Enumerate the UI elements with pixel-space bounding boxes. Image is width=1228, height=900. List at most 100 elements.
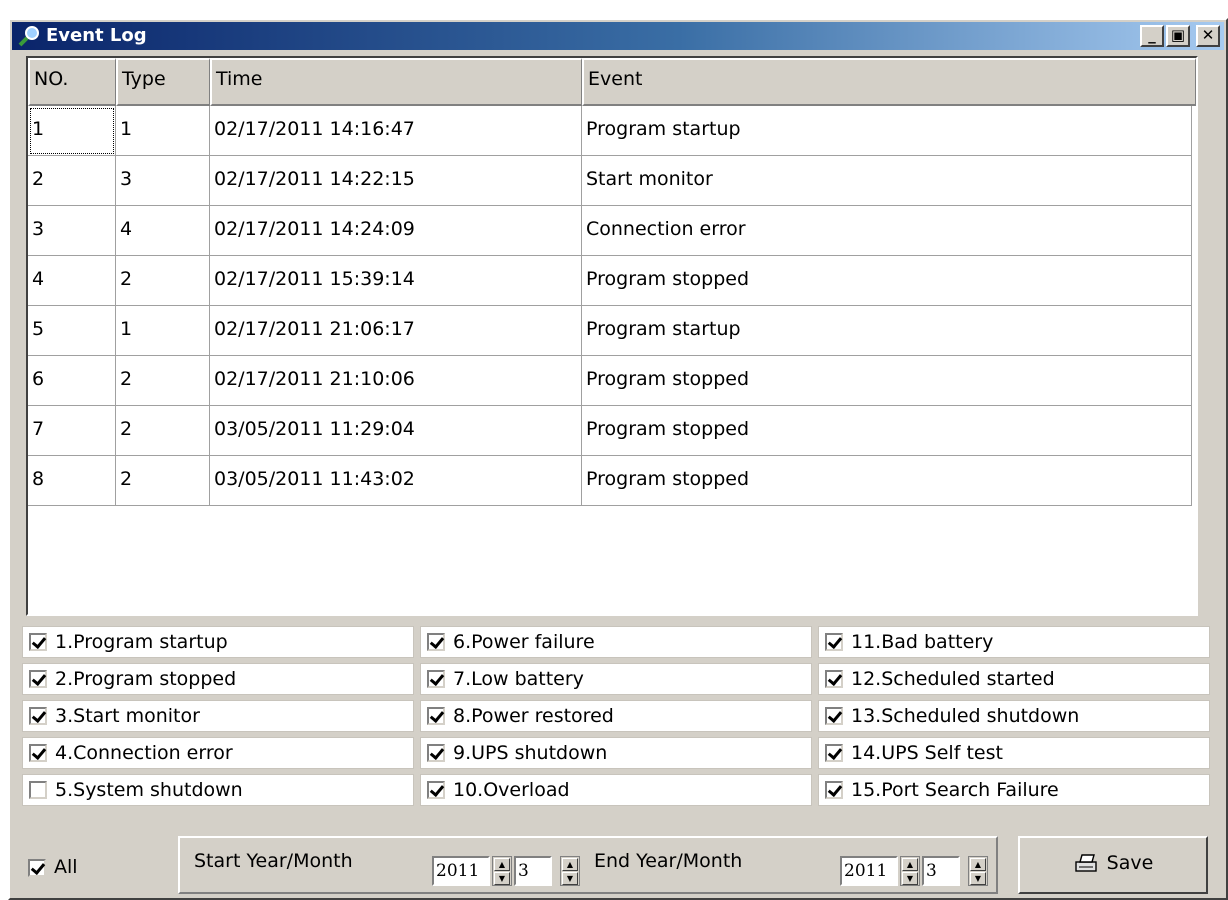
minimize-button[interactable]: _ — [1140, 25, 1164, 47]
filter-low-battery[interactable]: 7.Low battery — [420, 663, 812, 695]
cell-time[interactable]: 02/17/2011 15:39:14 — [210, 256, 582, 306]
column-header-event[interactable]: Event — [582, 58, 1196, 106]
checkbox[interactable] — [427, 707, 445, 725]
cell-no[interactable]: 6 — [28, 356, 116, 406]
checkbox[interactable] — [29, 633, 47, 651]
cell-type[interactable]: 1 — [116, 106, 210, 156]
cell-time[interactable]: 03/05/2011 11:43:02 — [210, 456, 582, 506]
checkbox[interactable] — [825, 633, 843, 651]
checkbox[interactable] — [29, 744, 47, 762]
cell-type[interactable]: 1 — [116, 306, 210, 356]
table-row[interactable]: 5 1 02/17/2011 21:06:17 Program startup — [28, 306, 1192, 356]
filter-power-failure[interactable]: 6.Power failure — [420, 626, 812, 658]
checkbox[interactable] — [825, 707, 843, 725]
checkbox[interactable] — [427, 670, 445, 688]
cell-type[interactable]: 2 — [116, 256, 210, 306]
filter-port-search-failure[interactable]: 15.Port Search Failure — [818, 774, 1210, 806]
cell-event[interactable]: Connection error — [582, 206, 1192, 256]
end-year-field[interactable]: 2011 — [840, 856, 898, 886]
cell-event[interactable]: Program startup — [582, 306, 1192, 356]
cell-type[interactable]: 3 — [116, 156, 210, 206]
table-row[interactable]: 1 1 02/17/2011 14:16:47 Program startup — [28, 106, 1192, 156]
all-toggle[interactable]: All — [26, 856, 78, 878]
cell-no[interactable]: 7 — [28, 406, 116, 456]
cell-event[interactable]: Start monitor — [582, 156, 1192, 206]
table-row[interactable]: 4 2 02/17/2011 15:39:14 Program stopped — [28, 256, 1192, 306]
filter-program-startup[interactable]: 1.Program startup — [22, 626, 414, 658]
table-row[interactable]: 7 2 03/05/2011 11:29:04 Program stopped — [28, 406, 1192, 456]
end-year-month-label: End Year/Month — [594, 850, 743, 872]
start-month-spinner[interactable]: ▲ ▼ — [560, 856, 580, 886]
cell-event[interactable]: Program stopped — [582, 256, 1192, 306]
cell-no[interactable]: 1 — [28, 106, 116, 156]
cell-type[interactable]: 4 — [116, 206, 210, 256]
filter-bad-battery[interactable]: 11.Bad battery — [818, 626, 1210, 658]
arrow-down-icon[interactable]: ▼ — [902, 872, 918, 885]
end-month-field[interactable]: 3 — [922, 856, 960, 886]
cell-no[interactable]: 5 — [28, 306, 116, 356]
filter-start-monitor[interactable]: 3.Start monitor — [22, 700, 414, 732]
checkbox[interactable] — [427, 633, 445, 651]
save-button[interactable]: Save — [1018, 836, 1208, 894]
start-year-field[interactable]: 2011 — [432, 856, 490, 886]
cell-time[interactable]: 02/17/2011 14:24:09 — [210, 206, 582, 256]
filter-ups-self-test[interactable]: 14.UPS Self test — [818, 737, 1210, 769]
column-header-no[interactable]: NO. — [28, 58, 116, 106]
title-bar[interactable]: Event Log _ ▣ ✕ — [12, 22, 1224, 50]
cell-no[interactable]: 4 — [28, 256, 116, 306]
checkbox[interactable] — [825, 781, 843, 799]
filter-program-stopped[interactable]: 2.Program stopped — [22, 663, 414, 695]
table-row[interactable]: 2 3 02/17/2011 14:22:15 Start monitor — [28, 156, 1192, 206]
end-month-spinner[interactable]: ▲ ▼ — [968, 856, 988, 886]
cell-time[interactable]: 02/17/2011 14:22:15 — [210, 156, 582, 206]
checkbox[interactable] — [825, 670, 843, 688]
end-year-spinner[interactable]: ▲ ▼ — [900, 856, 920, 886]
start-year-spinner[interactable]: ▲ ▼ — [492, 856, 512, 886]
arrow-down-icon[interactable]: ▼ — [970, 872, 986, 885]
arrow-up-icon[interactable]: ▲ — [494, 858, 510, 871]
start-month-field[interactable]: 3 — [514, 856, 552, 886]
filter-ups-shutdown[interactable]: 9.UPS shutdown — [420, 737, 812, 769]
filter-scheduled-started[interactable]: 12.Scheduled started — [818, 663, 1210, 695]
checkbox[interactable] — [29, 781, 47, 799]
filter-overload[interactable]: 10.Overload — [420, 774, 812, 806]
cell-time[interactable]: 02/17/2011 14:16:47 — [210, 106, 582, 156]
checkbox[interactable] — [427, 744, 445, 762]
cell-time[interactable]: 02/17/2011 21:10:06 — [210, 356, 582, 406]
table-row[interactable]: 8 2 03/05/2011 11:43:02 Program stopped — [28, 456, 1192, 506]
filter-power-restored[interactable]: 8.Power restored — [420, 700, 812, 732]
cell-event[interactable]: Program stopped — [582, 456, 1192, 506]
checkbox[interactable] — [825, 744, 843, 762]
arrow-up-icon[interactable]: ▲ — [970, 858, 986, 871]
maximize-button[interactable]: ▣ — [1166, 25, 1190, 47]
table-row[interactable]: 3 4 02/17/2011 14:24:09 Connection error — [28, 206, 1192, 256]
all-checkbox[interactable] — [28, 859, 46, 877]
cell-event[interactable]: Program startup — [582, 106, 1192, 156]
filter-scheduled-shutdown[interactable]: 13.Scheduled shutdown — [818, 700, 1210, 732]
arrow-down-icon[interactable]: ▼ — [562, 872, 578, 885]
checkbox[interactable] — [29, 707, 47, 725]
cell-type[interactable]: 2 — [116, 356, 210, 406]
checkbox[interactable] — [29, 670, 47, 688]
cell-time[interactable]: 02/17/2011 21:06:17 — [210, 306, 582, 356]
event-grid[interactable]: NO. Type Time Event 1 1 02/17/2011 14:16… — [26, 56, 1198, 616]
column-header-type[interactable]: Type — [116, 58, 210, 106]
table-row[interactable]: 6 2 02/17/2011 21:10:06 Program stopped — [28, 356, 1192, 406]
column-header-time[interactable]: Time — [210, 58, 582, 106]
cell-no[interactable]: 2 — [28, 156, 116, 206]
arrow-down-icon[interactable]: ▼ — [494, 872, 510, 885]
cell-no[interactable]: 3 — [28, 206, 116, 256]
cell-event[interactable]: Program stopped — [582, 406, 1192, 456]
start-year-month-label: Start Year/Month — [194, 850, 353, 872]
cell-event[interactable]: Program stopped — [582, 356, 1192, 406]
cell-type[interactable]: 2 — [116, 406, 210, 456]
cell-no[interactable]: 8 — [28, 456, 116, 506]
cell-time[interactable]: 03/05/2011 11:29:04 — [210, 406, 582, 456]
arrow-up-icon[interactable]: ▲ — [902, 858, 918, 871]
cell-type[interactable]: 2 — [116, 456, 210, 506]
arrow-up-icon[interactable]: ▲ — [562, 858, 578, 871]
filter-system-shutdown[interactable]: 5.System shutdown — [22, 774, 414, 806]
filter-connection-error[interactable]: 4.Connection error — [22, 737, 414, 769]
checkbox[interactable] — [427, 781, 445, 799]
close-button[interactable]: ✕ — [1196, 25, 1220, 47]
